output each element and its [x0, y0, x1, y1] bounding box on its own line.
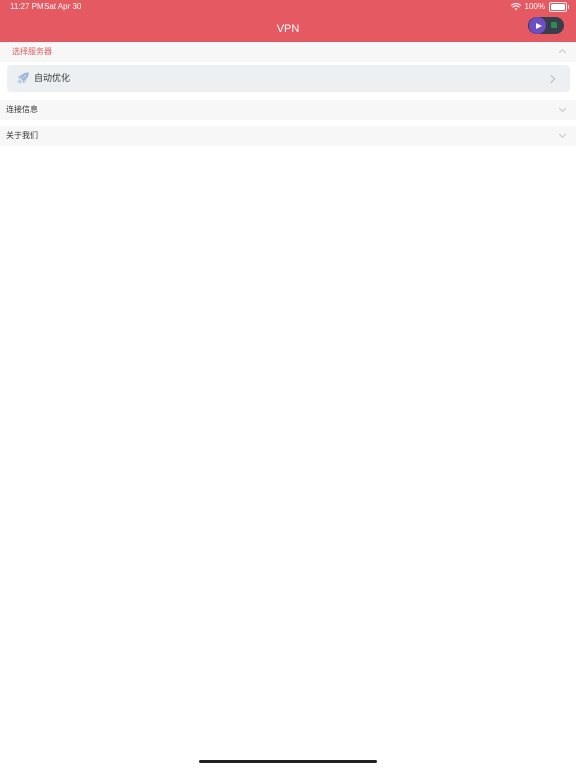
page-title: VPN: [276, 23, 300, 35]
battery-level: [551, 3, 565, 10]
section-label-about-us: 关于我们: [6, 131, 38, 140]
chevron-up-icon: [558, 48, 567, 57]
server-item-label: 自动优化: [34, 73, 71, 83]
battery-icon: [549, 1, 569, 12]
vpn-toggle-switch[interactable]: [528, 17, 564, 34]
server-item-auto-optimize[interactable]: 自动优化: [7, 65, 570, 92]
switch-knob: [529, 17, 546, 34]
vpn-screen: 11:27 PM Sat Apr 30 100% VPN 选择服务器 自动优化 …: [0, 0, 576, 768]
status-time: 11:27 PM: [10, 2, 44, 11]
rocket-icon: [17, 72, 29, 84]
home-indicator[interactable]: [199, 760, 377, 763]
stop-icon: [551, 22, 557, 28]
section-header-connection-info[interactable]: 连接信息: [0, 100, 576, 120]
chevron-right-icon: [546, 74, 556, 84]
play-icon: [535, 22, 542, 29]
chevron-down-icon: [558, 130, 567, 139]
status-date: Sat Apr 30: [44, 2, 82, 11]
battery-percent: 100%: [524, 2, 545, 11]
section-label-connection-info: 连接信息: [6, 105, 38, 114]
section-header-select-server[interactable]: 选择服务器: [0, 42, 576, 62]
status-indicators: 100%: [510, 1, 569, 12]
section-header-about-us[interactable]: 关于我们: [0, 126, 576, 146]
wifi-icon: [510, 2, 521, 10]
app-header: 11:27 PM Sat Apr 30 100% VPN: [0, 0, 576, 42]
chevron-down-icon: [558, 104, 567, 113]
section-label-select-server: 选择服务器: [12, 47, 52, 56]
battery-tip: [567, 4, 569, 9]
